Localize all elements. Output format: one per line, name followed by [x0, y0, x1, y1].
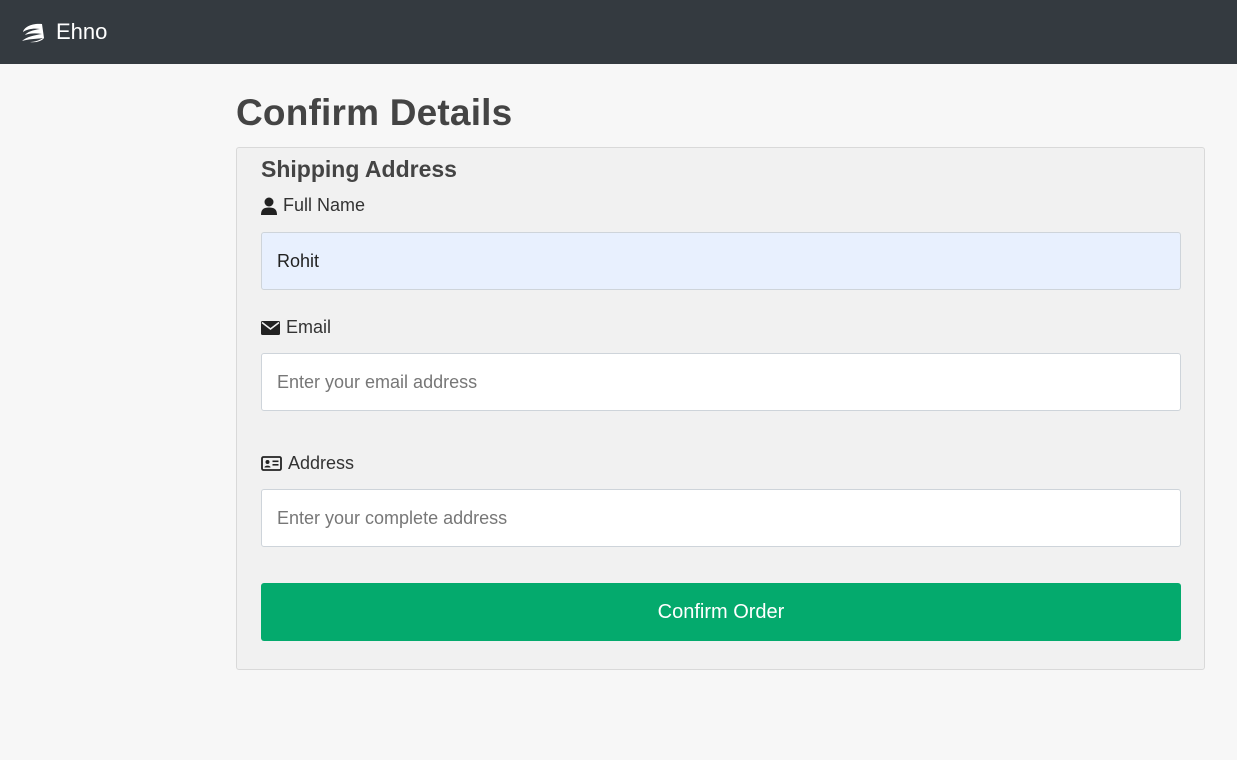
- page-title: Confirm Details: [236, 92, 513, 133]
- address-label: Address: [261, 453, 354, 474]
- full-name-input[interactable]: [261, 232, 1181, 290]
- user-icon: [261, 197, 277, 215]
- full-name-label-text: Full Name: [283, 195, 366, 215]
- email-label-text: Email: [286, 317, 332, 337]
- address-input[interactable]: [261, 489, 1181, 547]
- section-title: Shipping Address: [261, 156, 457, 182]
- confirm-order-button[interactable]: Confirm Order: [261, 583, 1181, 641]
- shipping-form-card: Shipping Address Full Name Email Address…: [236, 147, 1205, 670]
- envelope-icon: [261, 320, 280, 335]
- brand-name: Ehno: [56, 19, 108, 44]
- full-name-label: Full Name: [261, 195, 365, 216]
- top-navbar: Ehno: [0, 0, 1237, 64]
- email-input[interactable]: [261, 353, 1181, 411]
- email-label: Email: [261, 317, 331, 338]
- brand-swoosh-icon: [18, 20, 46, 44]
- address-card-icon: [261, 456, 282, 471]
- brand-link[interactable]: Ehno: [18, 19, 107, 45]
- address-label-text: Address: [288, 453, 355, 473]
